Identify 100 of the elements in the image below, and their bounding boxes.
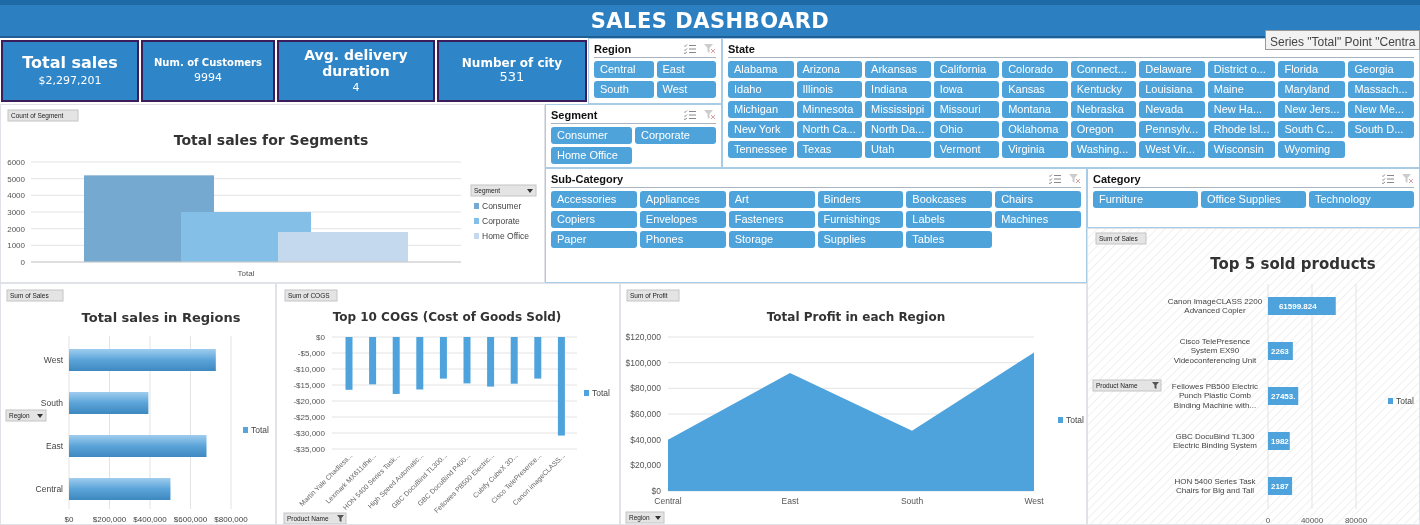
axis-label: 2000 [7,224,25,234]
slicer-button[interactable]: Oregon [1070,121,1137,138]
slicer-button[interactable]: New Ha... [1207,101,1276,118]
slicer-button[interactable]: Paper [551,231,637,248]
slicer-button[interactable]: Oklahoma [1002,121,1068,138]
slicer-button[interactable]: Ohio [933,121,1000,138]
slicer-button[interactable]: Accessories [551,191,637,208]
slicer-button[interactable]: Alabama [728,61,794,78]
slicer-button[interactable]: Louisiana [1139,81,1205,98]
slicer-button[interactable]: Vermont [933,141,1000,158]
multi-select-icon[interactable] [684,44,696,54]
slicer-button[interactable]: Missouri [933,101,1000,118]
slicer-button[interactable]: Arizona [796,61,863,78]
multi-select-icon[interactable] [1049,174,1061,184]
slicer-button[interactable]: New Jers... [1278,101,1346,118]
slicer-button[interactable]: Appliances [639,191,726,208]
slicer-button[interactable]: North Da... [865,121,931,138]
slicer-button[interactable]: Mississippi [865,101,931,118]
slicer-button[interactable]: Envelopes [639,211,726,228]
multi-select-icon[interactable] [684,110,696,120]
slicer-button[interactable]: East [656,61,716,78]
bar [392,337,400,394]
slicer-button[interactable]: South [594,81,654,98]
chart-title: Top 5 sold products [1210,255,1376,273]
slicer-button[interactable]: Michigan [728,101,794,118]
axis-label: $800,000 [214,515,248,524]
axis-label: 3000 [7,208,25,217]
slicer-button[interactable]: Colorado [1002,61,1068,78]
multi-select-icon[interactable] [1382,174,1394,184]
slicer-button[interactable]: Utah [865,141,931,158]
clear-filter-icon[interactable] [1402,174,1414,184]
slicer-button[interactable]: Idaho [728,81,794,98]
slicer-button[interactable]: Kentucky [1070,81,1137,98]
slicer-button[interactable]: Texas [796,141,863,158]
slicer-button[interactable]: Furniture [1093,191,1198,208]
slicer-button[interactable]: Georgia [1348,61,1414,78]
slicer-button[interactable]: Maine [1207,81,1276,98]
slicer-button[interactable]: Montana [1002,101,1068,118]
tooltip: Series "Total" Point "Centra [1265,30,1420,50]
slicer-button[interactable]: Illinois [796,81,863,98]
slicer-button[interactable]: New Me... [1348,101,1414,118]
slicer-button[interactable]: New York [728,121,794,138]
slicer-button[interactable]: Storage [728,231,815,248]
slicer-button[interactable]: Office Supplies [1201,191,1306,208]
legend-label: Total [1396,396,1414,406]
slicer-button[interactable]: Delaware [1139,61,1205,78]
axis-label: -$35,000 [293,445,325,454]
slicer-button[interactable]: Rhode Isl... [1207,121,1276,138]
slicer-button[interactable]: Iowa [933,81,1000,98]
slicer-button[interactable]: Labels [906,211,993,228]
slicer-button[interactable]: Central [594,61,654,78]
slicer-button[interactable]: Wyoming [1278,141,1346,158]
slicer-button[interactable]: Bookcases [906,191,993,208]
slicer-button[interactable]: Consumer [551,127,632,144]
kpi-value: $2,297,201 [38,75,102,88]
slicer-button[interactable]: California [933,61,1000,78]
slicer-button[interactable]: South D... [1348,121,1414,138]
clear-filter-icon[interactable] [704,110,716,120]
slicer-button[interactable]: Indiana [865,81,931,98]
slicer-button[interactable]: Washing... [1070,141,1137,158]
slicer-button[interactable]: Nebraska [1070,101,1137,118]
slicer-button[interactable]: Art [728,191,815,208]
slicer-button[interactable]: West [656,81,716,98]
slicer-button[interactable]: Florida [1278,61,1346,78]
slicer-button[interactable]: Tables [906,231,993,248]
slicer-button[interactable]: North Ca... [796,121,863,138]
axis-label: West [43,355,63,365]
slicer-button[interactable]: Furnishings [817,211,904,228]
slicer-button[interactable]: Fasteners [728,211,815,228]
clear-filter-icon[interactable] [704,44,716,54]
axis-label: $100,000 [625,357,661,368]
slicer-button[interactable]: Connect... [1070,61,1137,78]
slicer-button[interactable]: South C... [1278,121,1346,138]
slicer-button[interactable]: Maryland [1278,81,1346,98]
slicer-button[interactable]: Pennsylv... [1139,121,1205,138]
slicer-button[interactable]: Nevada [1139,101,1205,118]
slicer-button[interactable]: District o... [1207,61,1276,78]
axis-label: Cisco TelePresence System EX90 Videoconferencing Unit [1172,336,1258,367]
chart-title: Total Profit in each Region [766,310,946,324]
axis-label: 1000 [7,241,25,251]
slicer-button[interactable]: Virginia [1002,141,1068,158]
slicer-button[interactable]: Technology [1309,191,1414,208]
slicer-button[interactable]: Corporate [635,127,716,144]
slicer-button[interactable]: Minnesota [796,101,863,118]
slicer-button[interactable]: Home Office [551,147,632,164]
slicer-button[interactable]: Tennessee [728,141,794,158]
slicer-button[interactable]: Phones [639,231,726,248]
slicer-button[interactable]: Arkansas [865,61,931,78]
slicer-button[interactable]: Machines [995,211,1081,228]
slicer-button[interactable]: Wisconsin [1207,141,1276,158]
slicer-button[interactable]: Copiers [551,211,637,228]
slicer-button[interactable]: Binders [817,191,904,208]
slicer-button[interactable]: Massach... [1348,81,1414,98]
bar [416,337,424,390]
slicer-button[interactable]: Kansas [1002,81,1068,98]
legend-label: Consumer [482,201,522,211]
clear-filter-icon[interactable] [1069,174,1081,184]
slicer-button[interactable]: West Vir... [1139,141,1205,158]
slicer-button[interactable]: Supplies [817,231,904,248]
slicer-button[interactable]: Chairs [995,191,1081,208]
